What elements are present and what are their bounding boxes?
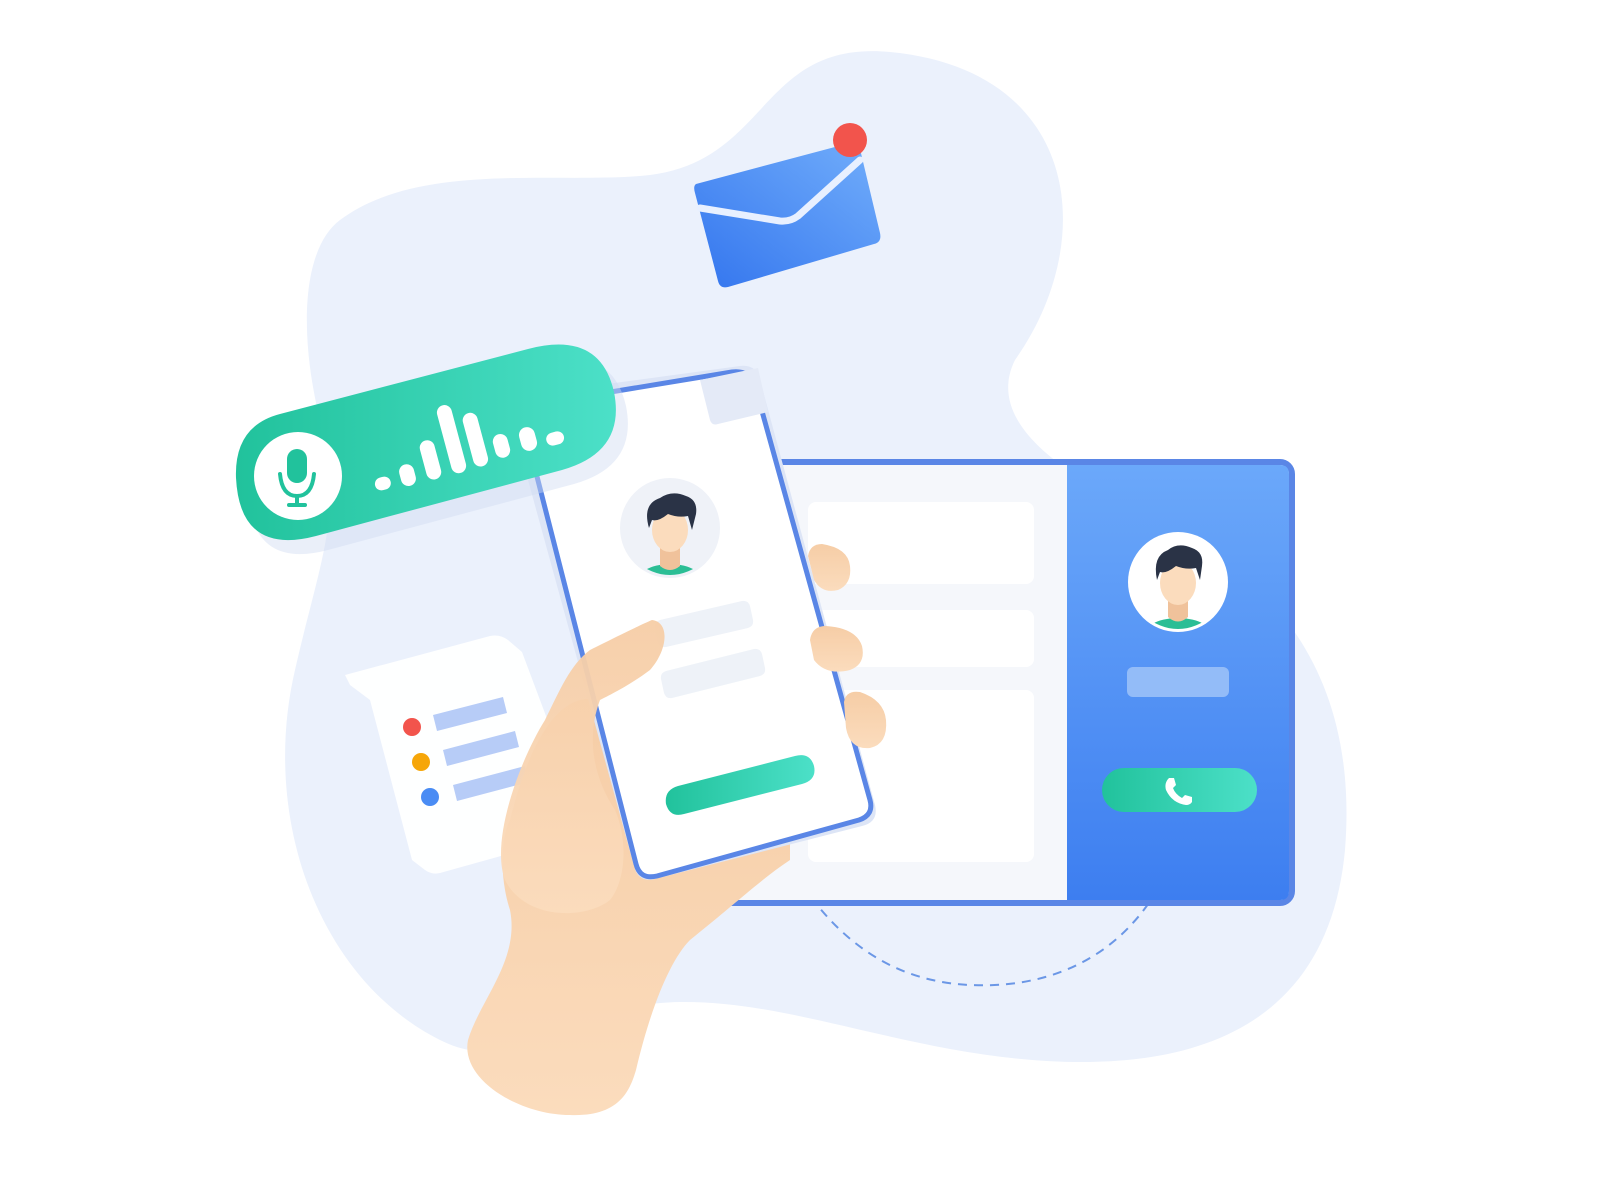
chat-dot-blue bbox=[421, 788, 439, 806]
illustration-canvas bbox=[0, 0, 1600, 1200]
call-button[interactable] bbox=[1102, 768, 1257, 812]
name-placeholder bbox=[1127, 667, 1229, 697]
chat-dot-red bbox=[403, 718, 421, 736]
illustration-svg bbox=[235, 51, 1347, 1116]
chat-dot-orange bbox=[412, 753, 430, 771]
notification-dot bbox=[833, 123, 867, 157]
